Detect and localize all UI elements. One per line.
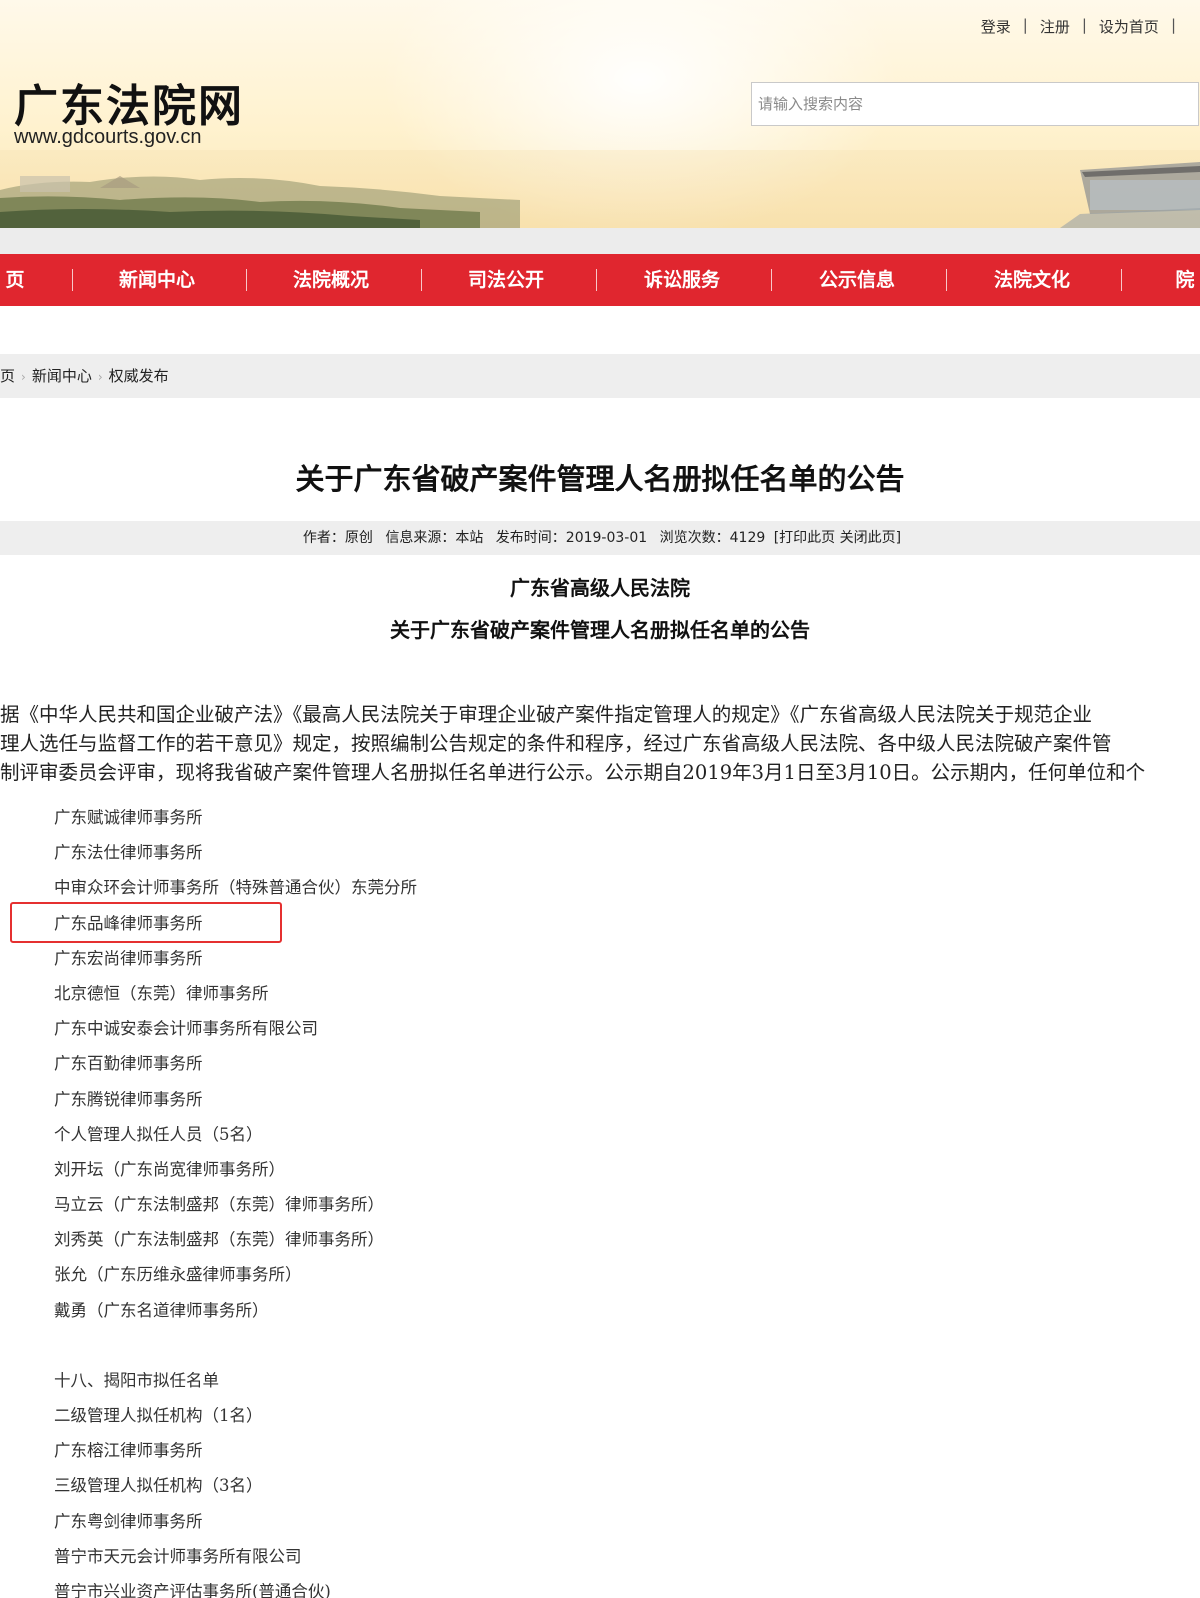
top-links: 登录 | 注册 | 设为首页 | [979,16,1186,37]
landscape-illustration [0,150,1200,228]
list-item: 刘开坛（广东尚宽律师事务所） [54,1159,285,1179]
list-item: 广东赋诚律师事务所 [54,808,203,827]
list-item: 三级管理人拟任机构（3名） [54,1476,263,1496]
list-item: 普宁市兴业资产评估事务所(普通合伙) [54,1581,331,1598]
nav-item-court-culture[interactable]: 法院文化 [948,254,1116,306]
nav-separator [421,269,422,291]
intro-line: 制评审委员会评审，现将我省破产案件管理人名册拟任名单进行公示。公示期自2019年… [0,761,1146,784]
list-item: 普宁市天元会计师事务所有限公司 [54,1546,302,1566]
breadcrumb-news[interactable]: 新闻中心 [32,367,92,385]
chevron-right-icon: › [21,370,26,384]
nav-item-litigation-services[interactable]: 诉讼服务 [598,254,766,306]
nav-separator [946,269,947,291]
nav-item-news[interactable]: 新闻中心 [74,254,240,306]
list-item: 北京德恒（东莞）律师事务所 [54,983,269,1003]
highlight-box [10,902,282,943]
article-meta: 作者：原创 信息来源：本站 发布时间：2019-03-01 浏览次数：4129 … [0,521,1200,555]
separator: | [1170,16,1176,34]
header-divider [0,228,1200,254]
nav-item-judicial-openness[interactable]: 司法公开 [423,254,589,306]
list-item: 广东腾锐律师事务所 [54,1089,203,1109]
intro-line: 据《中华人民共和国企业破产法》《最高人民法院关于审理企业破产案件指定管理人的规定… [0,703,1093,726]
print-link[interactable]: [打印此页 [774,530,835,546]
list-item: 广东宏尚律师事务所 [54,948,203,968]
separator: | [1022,16,1028,34]
nav-item-home[interactable]: 页 [0,254,30,306]
intro-line: 理人选任与监督工作的若干意见》规定，按照编制公告规定的条件和程序，经过广东省高级… [0,732,1112,755]
nav-separator [596,269,597,291]
page-title: 关于广东省破产案件管理人名册拟任名单的公告 [295,462,905,496]
separator: | [1081,16,1087,34]
intro-paragraph: 据《中华人民共和国企业破产法》《最高人民法院关于审理企业破产案件指定管理人的规定… [0,700,1200,800]
list-item: 广东百勤律师事务所 [54,1054,203,1074]
site-header: 登录 | 注册 | 设为首页 | 广东法院网 www.gdcourts.gov.… [0,0,1200,228]
register-link[interactable]: 注册 [1038,16,1072,37]
chevron-right-icon: › [97,370,103,384]
nav-item-notices[interactable]: 公示信息 [773,254,941,306]
login-link[interactable]: 登录 [979,16,1013,37]
meta-date: 发布时间：2019-03-01 [495,530,648,546]
nav-item-court[interactable]: 院 [1170,254,1200,306]
announcement-subtitle: 关于广东省破产案件管理人名册拟任名单的公告 [390,618,810,642]
list-item: 二级管理人拟任机构（1名） [54,1406,263,1425]
set-homepage-link[interactable]: 设为首页 [1097,16,1161,37]
breadcrumb-home[interactable]: 页 [0,367,15,385]
list-item: 广东粤剑律师事务所 [54,1511,203,1531]
meta-source: 信息来源：本站 [385,530,484,546]
list-item: 马立云（广东法制盛邦（东莞）律师事务所） [54,1195,384,1215]
list-item: 广东法仕律师事务所 [54,843,203,863]
meta-views: 浏览次数：4129 [659,530,766,546]
main-nav: 页 新闻中心 法院概况 司法公开 诉讼服务 公示信息 法院文化 院 [0,254,1200,306]
site-logo-text[interactable]: 广东法院网 [14,70,244,134]
list-item: 广东榕江律师事务所 [54,1441,203,1461]
list-item: 刘秀英（广东法制盛邦（东莞）律师事务所） [54,1230,384,1250]
list-item: 个人管理人拟任人员（5名） [54,1124,263,1144]
list-item: 戴勇（广东名道律师事务所） [54,1300,269,1320]
list-item: 广东中诚安泰会计师事务所有限公司 [54,1019,318,1039]
list-item: 中审众环会计师事务所（特殊普通合伙）东莞分所 [54,878,417,898]
nav-separator [771,269,772,291]
nav-separator [72,269,73,291]
close-link[interactable]: 关闭此页] [840,530,901,546]
list-item: 十八、揭阳市拟任名单 [54,1370,219,1390]
issuing-court: 广东省高级人民法院 [510,576,690,600]
nav-item-court-overview[interactable]: 法院概况 [248,254,414,306]
list-item: 张允（广东历维永盛律师事务所） [54,1265,302,1285]
breadcrumb: 页 › 新闻中心 › 权威发布 [0,354,1200,398]
search-input[interactable] [751,82,1199,126]
site-logo-url: www.gdcourts.gov.cn [14,126,202,148]
nav-separator [246,269,247,291]
meta-author: 作者：原创 [302,530,373,546]
breadcrumb-announcements[interactable]: 权威发布 [109,367,169,385]
nav-separator [1121,269,1122,291]
